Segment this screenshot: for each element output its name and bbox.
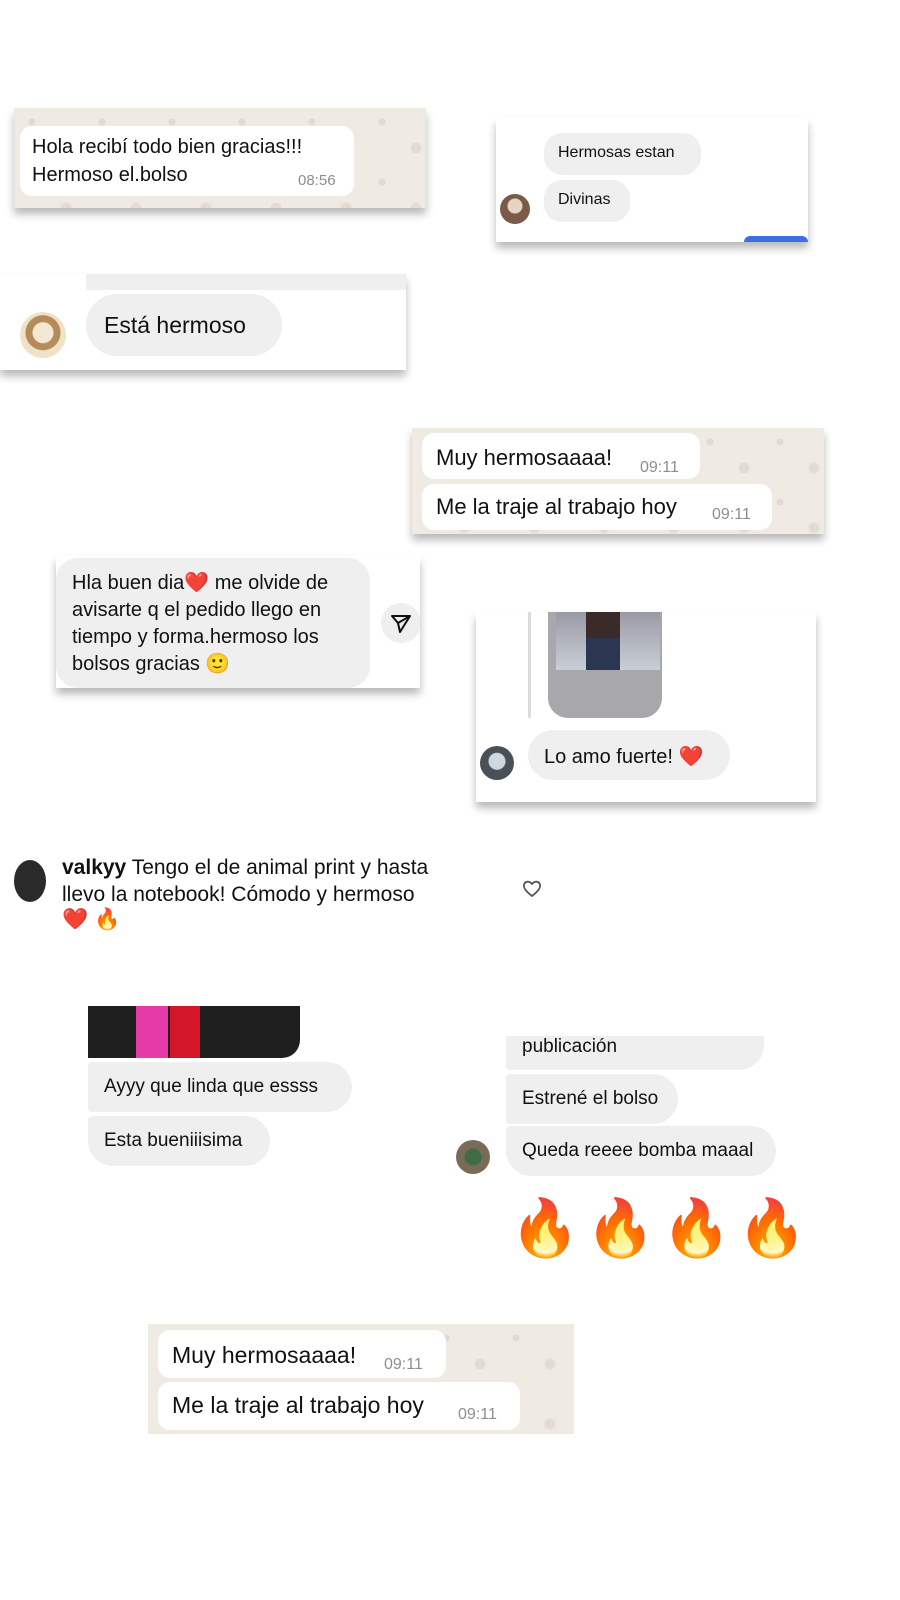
avatar (500, 194, 530, 224)
message-bubble: Me la traje al trabajo hoy 09:11 (158, 1382, 520, 1430)
instagram-screenshot-2: Hermosas estan Divinas (496, 118, 808, 242)
message-line: bolsos gracias 🙂 (72, 653, 231, 675)
message-bubble: Divinas (544, 180, 630, 222)
avatar (20, 312, 66, 358)
comment-line1: valkyy Tengo el de animal print y hasta (62, 856, 428, 880)
message-time: 09:11 (458, 1406, 497, 1423)
message-text: Muy hermosaaaa! (436, 445, 613, 470)
message-bubble: Está hermoso (86, 294, 282, 356)
message-text: Me la traje al trabajo hoy (436, 494, 677, 519)
message-time: 08:56 (298, 172, 336, 189)
whatsapp-screenshot-10: Muy hermosaaaa! 09:11 Me la traje al tra… (148, 1324, 574, 1434)
message-time: 09:11 (712, 506, 751, 523)
message-bubble: Lo amo fuerte! ❤️ (528, 730, 730, 780)
comment-username[interactable]: valkyy (62, 856, 126, 879)
red-stripe (170, 1006, 200, 1058)
message-bubble: Me la traje al trabajo hoy 09:11 (422, 484, 772, 530)
previous-bubble-edge (86, 274, 406, 290)
comment-line2: llevo la notebook! Cómodo y hermoso (62, 883, 415, 906)
message-bubble: Estrené el bolso (506, 1074, 678, 1124)
post-figure (586, 612, 620, 670)
avatar (14, 860, 46, 902)
avatar (480, 746, 514, 780)
message-bubble: Esta bueniiisima (88, 1116, 270, 1166)
comment-line3: ❤️ 🔥 (62, 908, 121, 931)
message-line: Hla buen dia❤️ me olvide de (72, 572, 329, 594)
message-time: 09:11 (640, 459, 679, 476)
instagram-screenshot-3: Está hermoso (0, 274, 406, 370)
message-bubble: Queda reeee bomba maaal (506, 1126, 776, 1176)
heart-outline-icon[interactable] (520, 876, 544, 900)
instagram-screenshot-6: Lo amo fuerte! ❤️ (476, 612, 816, 802)
whatsapp-screenshot-4: Muy hermosaaaa! 09:11 Me la traje al tra… (412, 428, 824, 534)
whatsapp-screenshot-1: Hola recibí todo bien gracias!!! Hermoso… (14, 108, 426, 208)
message-time: 09:11 (384, 1356, 423, 1373)
message-text: Muy hermosaaaa! (172, 1342, 357, 1368)
message-bubble: Hla buen dia❤️ me olvide de avisarte q e… (56, 558, 370, 688)
instagram-comment: valkyy Tengo el de animal print y hasta … (14, 852, 570, 942)
send-icon[interactable] (381, 603, 420, 643)
message-text: Me la traje al trabajo hoy (172, 1392, 424, 1418)
message-line: tiempo y forma.hermoso los (72, 626, 319, 648)
pink-stripe (136, 1006, 168, 1058)
message-bubble: Ayyy que linda que essss (88, 1062, 352, 1112)
shared-post-image (548, 612, 662, 718)
message-text-line2: Hermoso el.bolso (32, 164, 188, 186)
message-line: avisarte q el pedido llego en (72, 599, 322, 621)
avatar (456, 1140, 490, 1174)
message-bubble: Muy hermosaaaa! 09:11 (422, 433, 700, 479)
thread-line (528, 612, 531, 718)
message-text-line1: Hola recibí todo bien gracias!!! (32, 136, 303, 158)
instagram-screenshot-5: Hla buen dia❤️ me olvide de avisarte q e… (56, 556, 420, 688)
message-bubble: publicación (506, 1036, 764, 1070)
comment-text: Tengo el de animal print y hasta (131, 856, 429, 879)
instagram-screenshot-9: publicación Estrené el bolso Queda reeee… (452, 1036, 807, 1266)
shared-photo (88, 1006, 300, 1058)
fire-emojis: 🔥🔥🔥🔥 (510, 1196, 813, 1259)
message-bubble: Hermosas estan (544, 133, 701, 175)
message-bubble: Muy hermosaaaa! 09:11 (158, 1330, 446, 1378)
blue-button-edge (744, 236, 808, 242)
instagram-screenshot-8: Ayyy que linda que essss Esta bueniiisim… (88, 1006, 368, 1176)
message-bubble: Hola recibí todo bien gracias!!! Hermoso… (20, 126, 354, 196)
